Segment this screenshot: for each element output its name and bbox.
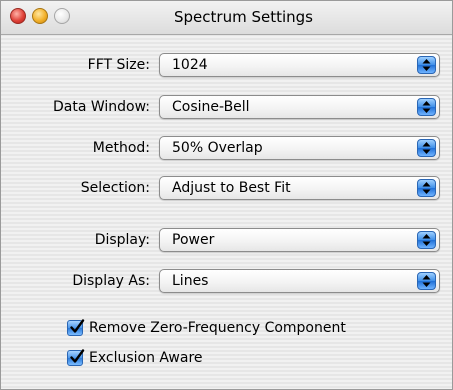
selection-value: Adjust to Best Fit [172,180,291,196]
display-as-popup[interactable]: Lines [159,269,440,293]
popup-arrows-icon [417,56,436,74]
display-row: Display: Power [1,228,453,254]
display-as-row: Display As: Lines [1,269,453,295]
display-as-label: Display As: [72,273,150,289]
remove-zero-frequency-checkbox[interactable] [67,319,85,336]
exclusion-aware-checkbox[interactable] [67,349,85,366]
display-value: Power [172,232,215,248]
method-row: Method: 50% Overlap [1,136,453,162]
selection-label: Selection: [80,180,150,196]
data-window-label: Data Window: [52,99,150,115]
data-window-row: Data Window: Cosine-Bell [1,95,453,121]
fft-size-value: 1024 [172,57,208,73]
fft-size-popup[interactable]: 1024 [159,53,440,77]
selection-popup[interactable]: Adjust to Best Fit [159,176,440,200]
popup-arrows-icon [417,179,436,197]
remove-zero-frequency-label[interactable]: Remove Zero-Frequency Component [89,320,346,336]
popup-arrows-icon [417,139,436,157]
fft-size-label: FFT Size: [87,57,150,73]
method-label: Method: [92,140,150,156]
popup-arrows-icon [417,98,436,116]
data-window-value: Cosine-Bell [172,99,250,115]
method-popup[interactable]: 50% Overlap [159,136,440,160]
selection-row: Selection: Adjust to Best Fit [1,176,453,202]
spectrum-settings-window: Spectrum Settings FFT Size: 1024 Data Wi… [0,0,453,390]
display-as-value: Lines [172,273,209,289]
title-bar[interactable]: Spectrum Settings [1,1,452,35]
popup-arrows-icon [417,231,436,249]
window-title: Spectrum Settings [174,8,313,26]
data-window-popup[interactable]: Cosine-Bell [159,95,440,119]
method-value: 50% Overlap [172,140,263,156]
popup-arrows-icon [417,272,436,290]
display-popup[interactable]: Power [159,228,440,252]
display-label: Display: [94,232,150,248]
exclusion-aware-label[interactable]: Exclusion Aware [89,350,203,366]
fft-size-row: FFT Size: 1024 [1,53,453,79]
